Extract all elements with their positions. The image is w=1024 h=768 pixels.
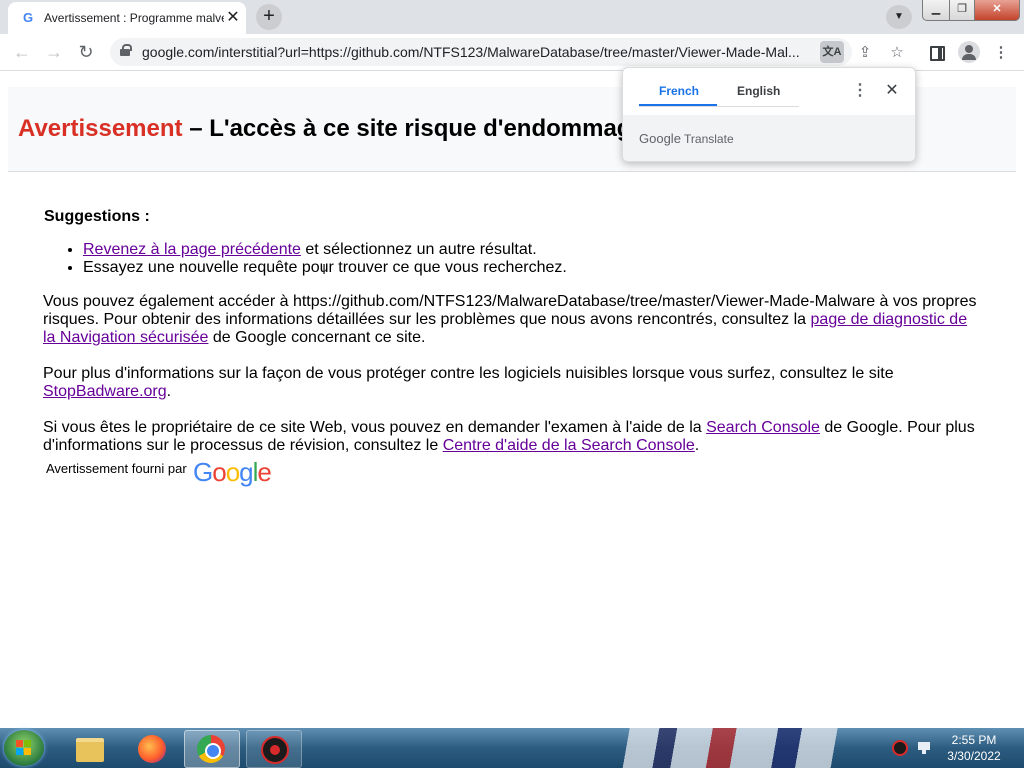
taskbar-chrome[interactable] bbox=[184, 730, 240, 768]
browser-tab[interactable]: G Avertissement : Programme malveillant … bbox=[8, 2, 246, 34]
owner-paragraph: Si vous êtes le propriétaire de ce site … bbox=[43, 419, 983, 455]
paragraph-text: . bbox=[166, 383, 172, 400]
go-back-link[interactable]: Revenez à la page précédente bbox=[83, 241, 301, 258]
protection-paragraph: Pour plus d'informations sur la façon de… bbox=[43, 365, 983, 401]
tab-title: Avertissement : Programme malveillant bbox=[44, 11, 224, 25]
profile-avatar-icon[interactable] bbox=[958, 41, 980, 63]
share-icon[interactable]: ⇪ bbox=[854, 42, 876, 64]
taskbar-firefox[interactable] bbox=[124, 730, 178, 766]
paragraph-text: Si vous êtes le propriétaire de ce site … bbox=[43, 419, 707, 436]
warning-label: Avertissement bbox=[18, 115, 183, 142]
browser-toolbar: ← → ↻ google.com/interstitial?url=https:… bbox=[0, 34, 1024, 71]
firefox-icon bbox=[138, 735, 166, 763]
network-icon[interactable] bbox=[916, 740, 932, 756]
translate-footer: Google Translate bbox=[623, 115, 915, 161]
app-icon bbox=[261, 736, 289, 764]
new-tab-button[interactable]: + bbox=[256, 4, 282, 30]
tray-shield-icon[interactable] bbox=[892, 740, 908, 756]
reload-icon[interactable]: ↻ bbox=[74, 40, 98, 64]
suggestions-heading: Suggestions : bbox=[44, 208, 150, 225]
side-panel-icon[interactable] bbox=[926, 42, 948, 64]
list-item: Revenez à la page précédente et sélectio… bbox=[83, 241, 567, 259]
chrome-icon bbox=[197, 735, 225, 763]
taskbar: 2:55 PM 3/30/2022 bbox=[0, 728, 1024, 768]
taskbar-explorer[interactable] bbox=[62, 730, 116, 766]
suggestion-text: et sélectionnez un autre résultat. bbox=[300, 241, 537, 258]
google-logo: Google bbox=[193, 457, 272, 487]
window-close-button[interactable]: ✕ bbox=[974, 0, 1020, 21]
taskbar-app[interactable] bbox=[246, 730, 302, 768]
paragraph-text: Pour plus d'informations sur la façon de… bbox=[43, 365, 894, 382]
folder-icon bbox=[76, 738, 104, 762]
tab-strip: G Avertissement : Programme malveillant … bbox=[0, 0, 1024, 34]
translate-bubble: French English ⋮ ✕ Google Translate bbox=[622, 67, 916, 162]
visit-anyway-paragraph: Vous pouvez également accéder à https://… bbox=[43, 293, 983, 347]
translate-icon[interactable]: 文A bbox=[820, 41, 844, 63]
page-content: Avertissement – L'accès à ce site risque… bbox=[0, 71, 1024, 728]
clock-time: 2:55 PM bbox=[951, 733, 997, 747]
search-console-help-link[interactable]: Centre d'aide de la Search Console bbox=[443, 437, 695, 454]
start-button[interactable] bbox=[4, 730, 44, 766]
clock-date: 3/30/2022 bbox=[947, 749, 1001, 763]
chrome-menu-icon[interactable]: ⋮ bbox=[990, 42, 1012, 64]
restore-button[interactable]: ❐ bbox=[949, 0, 975, 21]
google-favicon-icon: G bbox=[22, 10, 34, 25]
tab-search-icon[interactable]: ▼ bbox=[886, 5, 912, 29]
address-bar[interactable]: google.com/interstitial?url=https://gith… bbox=[110, 38, 852, 66]
provided-by-text: Avertissement fourni par bbox=[46, 461, 187, 476]
search-console-link[interactable]: Search Console bbox=[706, 419, 820, 436]
url-text[interactable]: google.com/interstitial?url=https://gith… bbox=[142, 44, 810, 60]
text-cursor-icon: Ⅰ bbox=[322, 261, 327, 277]
windows-logo-icon bbox=[16, 740, 32, 756]
paragraph-text: . bbox=[694, 437, 700, 454]
paragraph-text: de Google concernant ce site. bbox=[208, 329, 426, 346]
suggestions-list: Revenez à la page précédente et sélectio… bbox=[44, 241, 567, 277]
google-translate-brand: Google Translate bbox=[639, 131, 734, 146]
tab-french[interactable]: French bbox=[659, 84, 699, 98]
stopbadware-link[interactable]: StopBadware.org bbox=[43, 383, 167, 400]
lock-icon[interactable] bbox=[120, 44, 132, 56]
forward-arrow-icon[interactable]: → bbox=[42, 40, 66, 64]
clock[interactable]: 2:55 PM 3/30/2022 bbox=[940, 732, 1008, 764]
active-tab-indicator bbox=[639, 104, 717, 106]
back-arrow-icon[interactable]: ← bbox=[10, 40, 34, 64]
wallpaper-art bbox=[600, 728, 890, 768]
bookmark-star-icon[interactable]: ☆ bbox=[886, 42, 908, 64]
tab-close-icon[interactable]: ✕ bbox=[224, 9, 242, 27]
more-options-icon[interactable]: ⋮ bbox=[851, 80, 869, 100]
minimize-button[interactable]: ▁ bbox=[922, 0, 950, 21]
divider bbox=[639, 106, 799, 107]
close-icon[interactable]: ✕ bbox=[883, 80, 901, 100]
tab-english[interactable]: English bbox=[737, 84, 780, 98]
